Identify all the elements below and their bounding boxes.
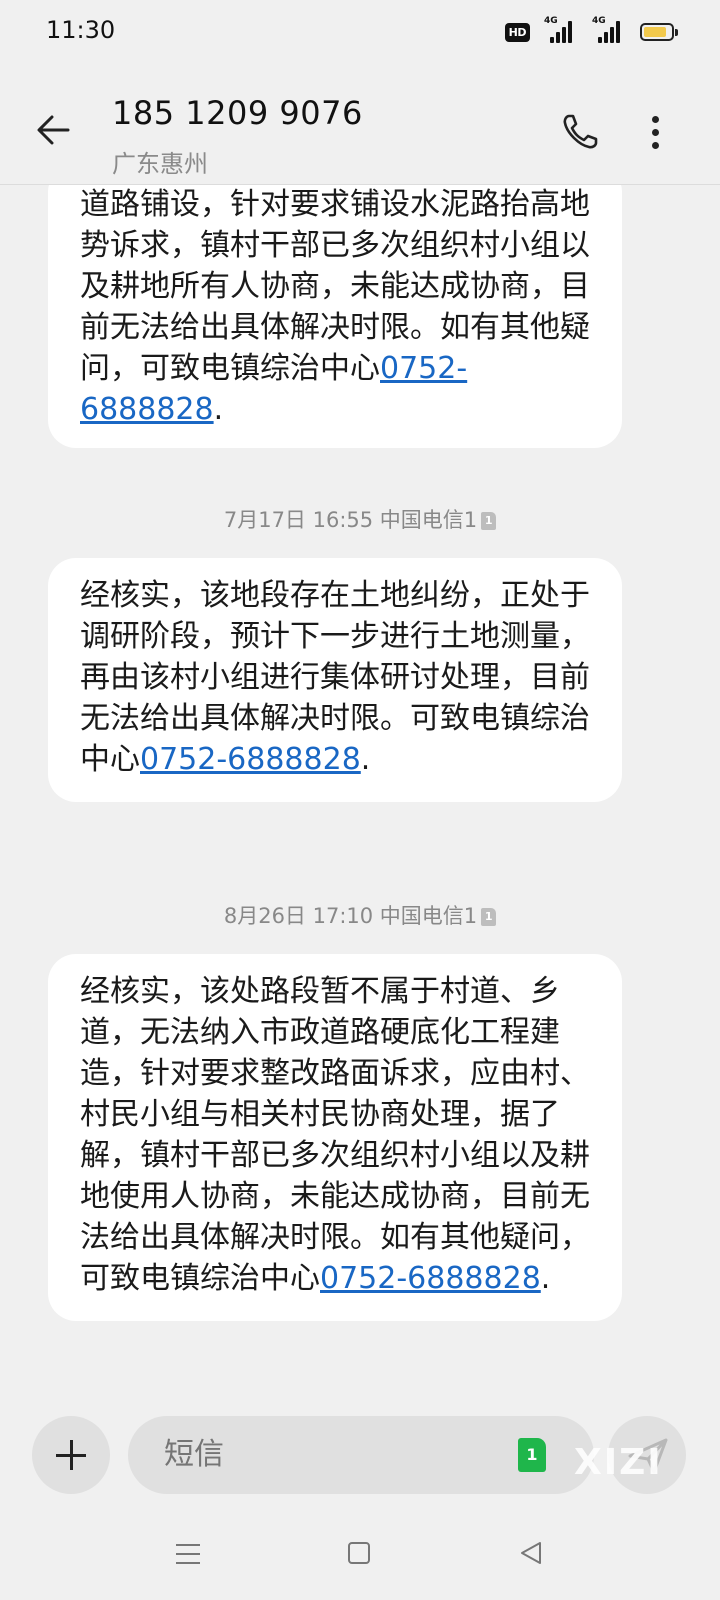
battery-icon	[640, 23, 678, 41]
message-timestamp: 7月17日 16:55 中国电信1 1	[0, 504, 720, 534]
home-icon[interactable]	[348, 1542, 370, 1564]
arrow-left-icon[interactable]	[34, 110, 74, 150]
status-bar: 11:30 HD 4G 4G	[0, 0, 720, 64]
watermark: XIZI	[574, 1442, 663, 1483]
back-triangle-icon[interactable]	[518, 1540, 544, 1566]
signal-icon-sim2: 4G	[592, 16, 626, 45]
recent-apps-icon[interactable]	[176, 1544, 200, 1564]
message-timestamp: 8月26日 17:10 中国电信1 1	[0, 900, 720, 930]
message-text: 经核实，该处路段暂不属于村道、乡道，无法纳入市政道路硬底化工程建造，针对要求整改…	[80, 974, 590, 1296]
message-text-end: .	[213, 392, 224, 427]
conversation-header: 185 1209 9076 广东惠州	[0, 64, 720, 185]
message-text-end: .	[360, 742, 371, 777]
phone-link[interactable]: 0752-6888828	[320, 1261, 541, 1296]
status-icons: HD 4G 4G	[504, 16, 678, 46]
sim-select-button[interactable]: 1	[518, 1438, 546, 1472]
system-nav-bar	[0, 1500, 720, 1600]
message-list: 道路铺设，针对要求铺设水泥路抬高地势诉求，镇村干部已多次组织村小组以及耕地所有人…	[0, 184, 720, 1400]
hd-voice-icon: HD	[504, 22, 530, 42]
more-vertical-icon[interactable]	[648, 112, 662, 152]
message-bubble[interactable]: 道路铺设，针对要求铺设水泥路抬高地势诉求，镇村干部已多次组织村小组以及耕地所有人…	[48, 184, 622, 448]
contact-location: 广东惠州	[112, 150, 208, 178]
status-time: 11:30	[46, 16, 116, 44]
sim-card-icon: 1	[481, 512, 497, 530]
message-text-end: .	[540, 1261, 551, 1296]
composer-bar: 1 XIZI	[0, 1400, 720, 1500]
battery-level	[644, 27, 667, 37]
phone-link[interactable]: 0752-6888828	[140, 742, 361, 777]
message-bubble[interactable]: 经核实，该处路段暂不属于村道、乡道，无法纳入市政道路硬底化工程建造，针对要求整改…	[48, 954, 622, 1321]
signal-icon-sim1: 4G	[544, 16, 578, 45]
phone-icon[interactable]	[560, 112, 600, 152]
plus-icon[interactable]	[32, 1416, 110, 1494]
contact-number: 185 1209 9076	[112, 94, 363, 132]
sim-card-icon: 1	[481, 908, 497, 926]
message-text: 道路铺设，针对要求铺设水泥路抬高地势诉求，镇村干部已多次组织村小组以及耕地所有人…	[80, 187, 590, 386]
message-bubble[interactable]: 经核实，该地段存在土地纠纷，正处于调研阶段，预计下一步进行土地测量，再由该村小组…	[48, 558, 622, 802]
